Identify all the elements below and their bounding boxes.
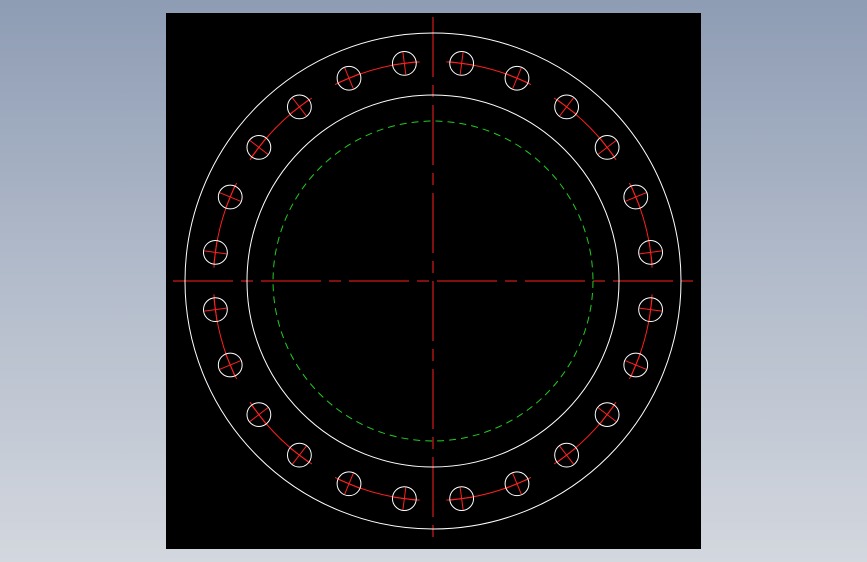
flange-drawing (173, 17, 694, 543)
bolt-hole (594, 402, 620, 428)
bolt-cross-tangential (506, 478, 528, 489)
bolt-hole (554, 442, 580, 468)
bolt-cross-tangential (557, 447, 576, 463)
bolt-hole (391, 486, 417, 512)
bolt-circle-arc (628, 294, 653, 380)
bolt-hole (594, 134, 620, 160)
bolt-cross-tangential (630, 186, 641, 208)
bolt-cross-tangential (506, 73, 528, 84)
bolt-circle-arc (249, 97, 313, 161)
bolt-cross-tangential (290, 447, 309, 463)
bolt-cross-tangential (630, 354, 641, 376)
bolt-hole (217, 184, 243, 210)
bolt-hole (638, 239, 664, 265)
bolt-cross-tangential (225, 186, 236, 208)
bolt-hole (449, 486, 475, 512)
bolt-hole (202, 239, 228, 265)
bolt-cross-tangential (599, 138, 615, 157)
cad-viewport[interactable] (166, 13, 701, 549)
bolt-hole (554, 94, 580, 120)
bolt-circle-arc (628, 182, 653, 268)
bolt-circle-arc (249, 401, 313, 465)
bolt-hole (638, 297, 664, 323)
centerlines (173, 17, 694, 543)
bolt-circle-arc (553, 401, 617, 465)
bolt-hole (246, 402, 272, 428)
bolt-circle-arc (334, 61, 420, 86)
bolt-hole (504, 471, 530, 497)
bolt-hole (217, 352, 243, 378)
bolt-hole (286, 442, 312, 468)
bolt-cross-tangential (225, 354, 236, 376)
bolt-hole (623, 184, 649, 210)
bolt-hole (202, 297, 228, 323)
bolt-circle-arc (213, 182, 238, 268)
bolt-hole (623, 352, 649, 378)
bolt-circle-arc (553, 97, 617, 161)
bolt-hole (246, 134, 272, 160)
bolt-cross-tangential (338, 478, 360, 489)
bolt-hole (336, 65, 362, 91)
bolt-hole (449, 50, 475, 76)
bolt-hole (336, 471, 362, 497)
bolt-cross-tangential (290, 99, 309, 115)
bolt-circle-arc (334, 476, 420, 501)
bolt-cross-tangential (251, 138, 267, 157)
bolt-circle-arc (446, 476, 532, 501)
bolt-hole (504, 65, 530, 91)
bolt-cross-tangential (338, 73, 360, 84)
bolt-cross-tangential (251, 405, 267, 424)
bolt-cross-tangential (557, 99, 576, 115)
bolt-cross-tangential (599, 405, 615, 424)
bolt-hole (391, 50, 417, 76)
bolt-circle-arc (213, 294, 238, 380)
bolt-hole (286, 94, 312, 120)
bolt-circle-arc (446, 61, 532, 86)
